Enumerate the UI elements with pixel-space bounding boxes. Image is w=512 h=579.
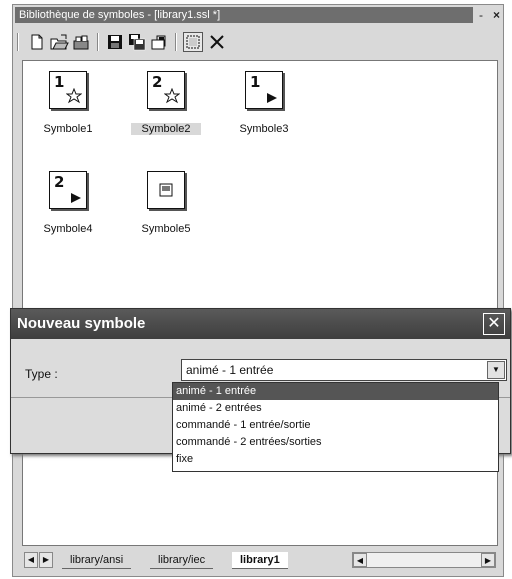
library-tab-bar: ◀ ▶ library/ansi library/iec library1 ◀ …	[22, 550, 496, 570]
dropdown-option[interactable]: commandé - 2 entrées/sorties	[173, 434, 498, 451]
panel-titlebar: Bibliothèque de symboles - [library1.ssl…	[13, 5, 503, 25]
close-icon: ✕	[487, 315, 501, 332]
panel-title: Bibliothèque de symboles - [library1.ssl…	[15, 7, 473, 23]
dropdown-option[interactable]: animé - 1 entrée	[173, 383, 498, 400]
symbol-thumbnail: 2	[49, 171, 87, 209]
new-file-icon[interactable]	[27, 32, 47, 52]
save-all-icon[interactable]	[127, 32, 147, 52]
symbol-thumbnail: 1	[49, 71, 87, 109]
symbol-thumbnail	[147, 171, 185, 209]
symbol-library-panel: Bibliothèque de symboles - [library1.ssl…	[12, 4, 504, 577]
tab-library-iec[interactable]: library/iec	[150, 552, 214, 569]
dropdown-option[interactable]: commandé - 1 entrée/sortie	[173, 417, 498, 434]
properties-icon[interactable]	[149, 32, 169, 52]
open-library-icon[interactable]	[71, 32, 91, 52]
toolbar-grip	[17, 33, 19, 51]
image-icon	[159, 183, 173, 197]
symbol-label: Symbole3	[239, 123, 289, 135]
star-icon	[164, 88, 180, 104]
symbol-item[interactable]: Symbole5	[131, 165, 201, 245]
symbol-thumbnail: 1	[245, 71, 283, 109]
minimize-button[interactable]: -	[479, 7, 483, 23]
symbol-number: 2	[152, 73, 163, 91]
horizontal-scrollbar[interactable]: ◀ ▶	[352, 552, 496, 568]
symbol-item[interactable]: 2 Symbole2	[131, 65, 201, 145]
tab-library-ansi[interactable]: library/ansi	[62, 552, 132, 569]
tab-scroll-right-icon[interactable]: ▶	[39, 552, 53, 568]
select-frame-icon[interactable]	[183, 32, 203, 52]
play-arrow-icon	[71, 193, 81, 203]
symbol-number: 1	[250, 73, 261, 91]
close-panel-button[interactable]: ×	[493, 7, 500, 23]
symbol-thumbnail: 2	[147, 71, 185, 109]
symbol-canvas[interactable]: 1 Symbole1 2 Symbole2 1 Symbole3 2 Symbo…	[22, 60, 498, 546]
symbol-label: Symbole1	[43, 123, 93, 135]
symbol-number: 2	[54, 173, 65, 191]
save-icon[interactable]	[105, 32, 125, 52]
symbol-label: Symbole5	[141, 223, 191, 235]
symbol-item[interactable]: 2 Symbole4	[33, 165, 103, 245]
open-folder-icon[interactable]	[49, 32, 69, 52]
scroll-left-icon[interactable]: ◀	[353, 553, 367, 567]
tab-library1[interactable]: library1	[232, 552, 288, 569]
toolbar	[13, 29, 503, 55]
symbol-item[interactable]: 1 Symbole1	[33, 65, 103, 145]
symbol-label: Symbole4	[43, 223, 93, 235]
tab-scroll-left-icon[interactable]: ◀	[24, 552, 38, 568]
symbol-number: 1	[54, 73, 65, 91]
type-select[interactable]: animé - 1 entrée ▼	[181, 359, 507, 381]
star-icon	[66, 88, 82, 104]
toolbar-separator	[97, 33, 99, 51]
play-arrow-icon	[267, 93, 277, 103]
delete-icon[interactable]	[207, 32, 227, 52]
symbol-item[interactable]: 1 Symbole3	[229, 65, 299, 145]
type-dropdown-list: animé - 1 entrée animé - 2 entrées comma…	[172, 382, 499, 472]
chevron-down-icon[interactable]: ▼	[487, 361, 505, 379]
scroll-right-icon[interactable]: ▶	[481, 553, 495, 567]
dialog-close-button[interactable]: ✕	[483, 313, 505, 335]
type-label: Type :	[25, 367, 58, 381]
toolbar-separator	[175, 33, 177, 51]
dropdown-option[interactable]: fixe	[173, 451, 498, 468]
symbol-label: Symbole2	[131, 123, 201, 135]
dialog-title: Nouveau symbole	[11, 309, 510, 339]
type-select-value: animé - 1 entrée	[186, 363, 274, 377]
dropdown-option[interactable]: animé - 2 entrées	[173, 400, 498, 417]
